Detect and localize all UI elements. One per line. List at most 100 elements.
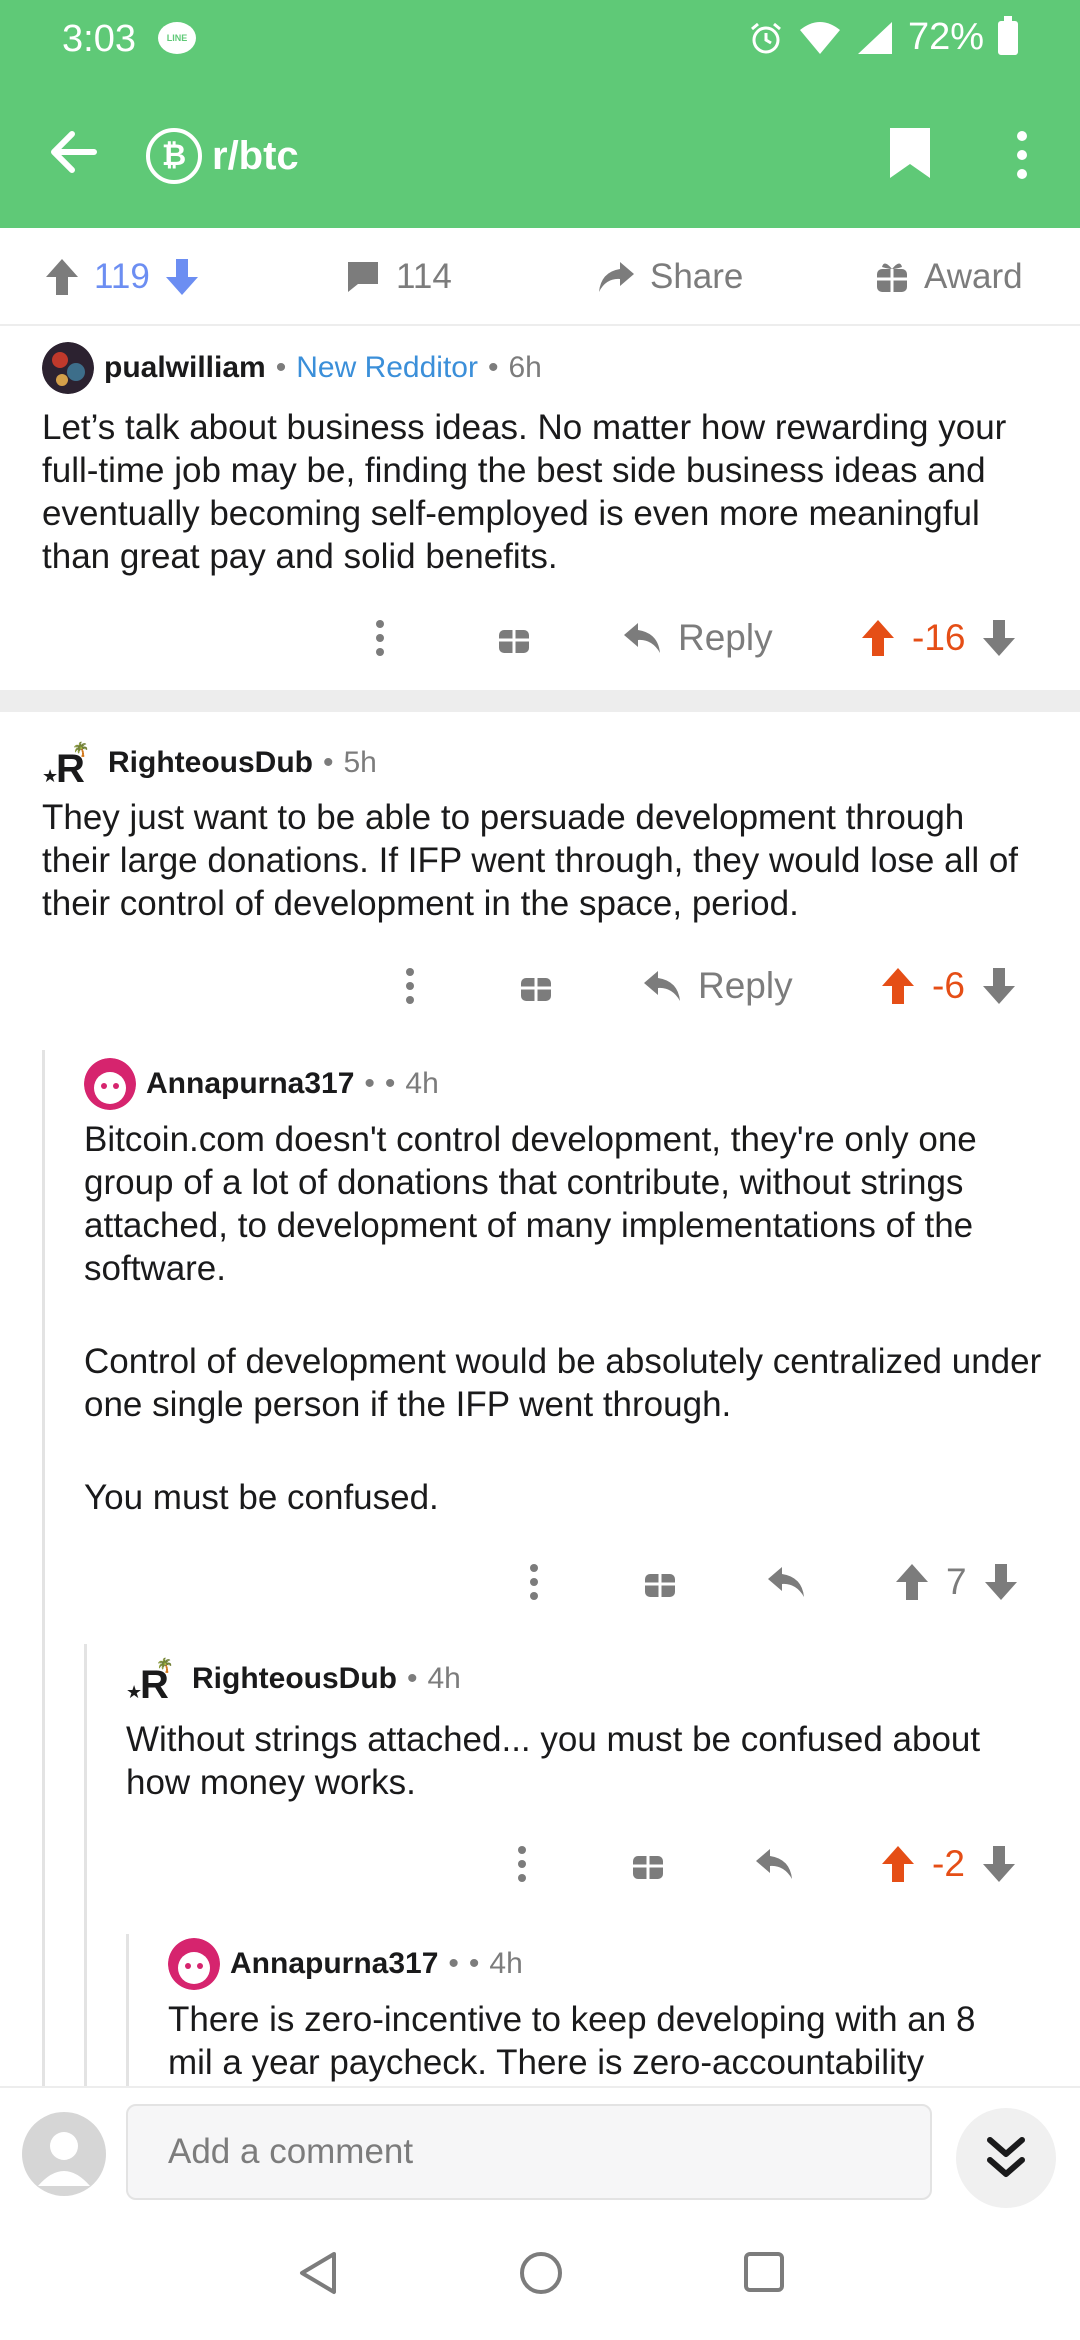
downvote-icon[interactable] (981, 966, 1017, 1006)
comment-age: 4h (427, 1662, 461, 1695)
post-score: 119 (94, 257, 150, 296)
comment-age: 6h (508, 351, 542, 384)
upvote-icon[interactable] (44, 257, 80, 297)
more-vertical-icon[interactable] (1010, 128, 1034, 182)
username[interactable]: Annapurna317 (230, 1947, 438, 1981)
comment-text: Control of development would be absolute… (84, 1342, 1042, 1424)
comment-score: -2 (932, 1843, 965, 1884)
downvote-icon[interactable] (164, 257, 200, 297)
rd-avatar-icon[interactable]: R★🌴 (126, 1654, 182, 1704)
user-avatar[interactable] (22, 2112, 106, 2196)
award-button[interactable] (630, 1834, 666, 1894)
comment-actions: 7 (0, 1552, 1080, 1612)
reply-button[interactable] (754, 1834, 794, 1894)
reply-button[interactable]: Reply (622, 608, 773, 668)
comment-text: Let’s talk about business ideas. No matt… (42, 408, 1007, 576)
more-vertical-icon (530, 1564, 538, 1600)
comment-text: Without strings attached... you must be … (126, 1720, 981, 1802)
award-button[interactable] (642, 1552, 678, 1612)
comment-vote-controls: -16 (860, 608, 1017, 668)
nav-home-icon[interactable] (518, 2250, 564, 2296)
nav-back-icon[interactable] (296, 2250, 340, 2296)
comment-vote-controls: 7 (894, 1552, 1019, 1612)
jump-to-next-button[interactable] (956, 2108, 1056, 2208)
upvote-icon[interactable] (894, 1562, 930, 1602)
comment-vote-controls: -6 (880, 956, 1017, 1016)
rd-avatar-icon[interactable]: R★🌴 (42, 738, 98, 788)
reply-label: Reply (678, 617, 773, 658)
reply-label: Reply (698, 965, 793, 1006)
upvote-icon[interactable] (880, 1844, 916, 1884)
post-action-bar: 119 114 Share Award (0, 228, 1080, 326)
more-vertical-icon (518, 1846, 526, 1882)
comment-text: You must be confused. (84, 1478, 439, 1517)
section-divider (0, 690, 1080, 712)
add-comment-input[interactable]: Add a comment (126, 2104, 932, 2200)
comments-count: 114 (396, 257, 452, 296)
reply-icon (644, 971, 680, 1001)
wifi-icon (799, 21, 840, 54)
award-label: Award (924, 257, 1023, 296)
comment-age: 5h (343, 746, 377, 779)
comment-age: 4h (405, 1067, 439, 1100)
comment-score: 7 (946, 1561, 967, 1602)
username[interactable]: pualwilliam (104, 351, 266, 385)
thread-line[interactable] (126, 1934, 129, 2086)
comment-icon (348, 262, 378, 292)
award-icon (877, 263, 907, 292)
award-button[interactable] (518, 956, 554, 1016)
more-vertical-icon (406, 968, 414, 1004)
username[interactable]: RighteousDub (108, 746, 313, 780)
comment-body: Let’s talk about business ideas. No matt… (42, 406, 1042, 578)
system-nav-bar (0, 2210, 1080, 2340)
upvote-icon[interactable] (880, 966, 916, 1006)
comment-header: R ★ 🌴 RighteousDub • 5h (42, 738, 377, 788)
nav-recents-icon[interactable] (742, 2250, 786, 2294)
comment-header: Annapurna317 • • 4h (84, 1058, 439, 1110)
more-options-button[interactable] (404, 956, 416, 1016)
avatar[interactable] (168, 1938, 220, 1990)
award-icon (499, 630, 529, 653)
bitcoin-icon[interactable]: ₿ (146, 128, 202, 184)
comment-body: Bitcoin.com doesn't control development,… (84, 1118, 1044, 1519)
award-button[interactable]: Award (874, 252, 1023, 302)
battery-icon (998, 15, 1018, 55)
more-vertical-icon (376, 620, 384, 656)
username[interactable]: Annapurna317 (146, 1067, 354, 1101)
reply-icon (768, 1567, 804, 1597)
more-options-button[interactable] (528, 1552, 540, 1612)
comment-actions: Reply -6 (0, 956, 1080, 1016)
reply-button[interactable]: Reply (642, 956, 793, 1016)
signal-icon (857, 21, 892, 54)
svg-text:★: ★ (42, 766, 58, 786)
comment-actions: Reply -16 (0, 608, 1080, 668)
comment-composer-bar: Add a comment (0, 2086, 1080, 2210)
downvote-icon[interactable] (981, 618, 1017, 658)
subreddit-name[interactable]: r/btc (212, 128, 299, 184)
line-app-icon: LINE (158, 22, 196, 54)
username[interactable]: RighteousDub (192, 1662, 397, 1696)
more-options-button[interactable] (374, 608, 386, 668)
comments-button[interactable]: 114 (344, 252, 452, 302)
comment-body: There is zero-incentive to keep developi… (168, 1998, 1028, 2086)
bookmark-icon[interactable] (888, 126, 932, 180)
upvote-icon[interactable] (860, 618, 896, 658)
comment-text: There is zero-incentive to keep developi… (168, 2000, 976, 2082)
avatar[interactable] (42, 342, 94, 394)
comment-body: Without strings attached... you must be … (126, 1718, 1046, 1804)
status-bar: 3:03 LINE 72% (0, 0, 1080, 80)
reply-icon (756, 1849, 792, 1879)
back-arrow-icon[interactable] (44, 122, 104, 182)
comment-text: Bitcoin.com doesn't control development,… (84, 1120, 977, 1288)
award-button[interactable] (496, 608, 532, 668)
downvote-icon[interactable] (983, 1562, 1019, 1602)
comment-actions: -2 (0, 1834, 1080, 1894)
status-time: 3:03 (62, 18, 136, 60)
award-icon (645, 1574, 675, 1597)
reply-button[interactable] (766, 1552, 806, 1612)
more-options-button[interactable] (516, 1834, 528, 1894)
share-button[interactable]: Share (596, 252, 743, 302)
post-vote-controls: 119 (44, 252, 200, 302)
downvote-icon[interactable] (981, 1844, 1017, 1884)
avatar[interactable] (84, 1058, 136, 1110)
